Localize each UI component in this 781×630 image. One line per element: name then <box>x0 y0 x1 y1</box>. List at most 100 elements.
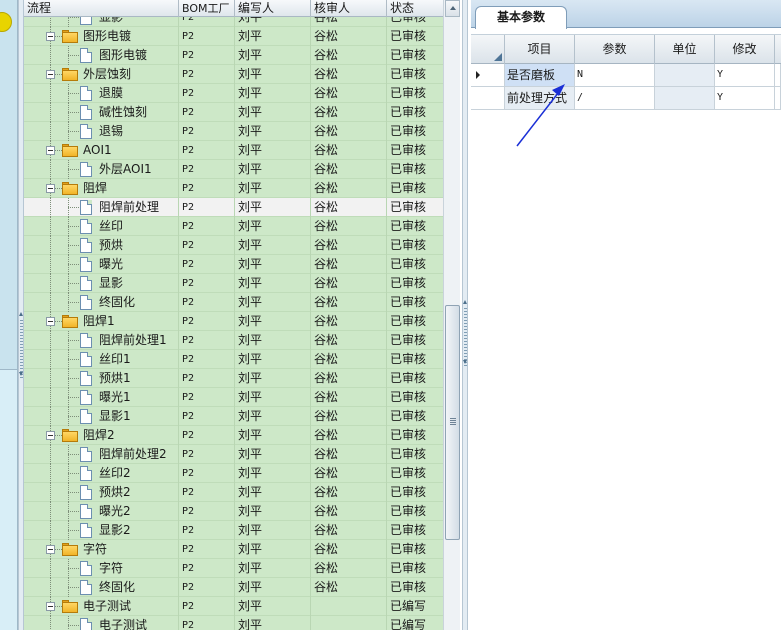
flow-cell[interactable]: 曝光2 <box>24 502 179 521</box>
flow-cell[interactable]: 阻焊前处理2 <box>24 445 179 464</box>
param-unit-cell[interactable] <box>655 64 715 86</box>
flow-cell[interactable]: 阻焊前处理 <box>24 198 179 217</box>
flow-cell[interactable]: 电子测试 <box>24 616 179 630</box>
tree-row[interactable]: 阻焊前处理2 P2 刘平 谷松 已审核 <box>24 445 443 464</box>
splitter-arrow-up-icon[interactable] <box>463 300 467 304</box>
splitter-arrow-down-icon[interactable] <box>463 360 467 364</box>
parameter-row[interactable]: 前处理方式 / Y <box>471 87 781 110</box>
param-edit-cell[interactable]: Y <box>715 87 775 109</box>
tree-row[interactable]: 曝光2 P2 刘平 谷松 已审核 <box>24 502 443 521</box>
row-header[interactable] <box>471 87 505 109</box>
tree-row[interactable]: 预烘 P2 刘平 谷松 已审核 <box>24 236 443 255</box>
tree-row[interactable]: 曝光 P2 刘平 谷松 已审核 <box>24 255 443 274</box>
flow-cell[interactable]: 字符 <box>24 559 179 578</box>
tree-row[interactable]: 丝印1 P2 刘平 谷松 已审核 <box>24 350 443 369</box>
splitter-grip-icon[interactable] <box>20 320 23 380</box>
tree-row[interactable]: 退膜 P2 刘平 谷松 已审核 <box>24 84 443 103</box>
column-header-bom-factory[interactable]: BOM工厂 <box>179 0 235 17</box>
tree-row[interactable]: 碱性蚀刻 P2 刘平 谷松 已审核 <box>24 103 443 122</box>
tree-row[interactable]: 显影2 P2 刘平 谷松 已审核 <box>24 521 443 540</box>
tree-row[interactable]: 预烘1 P2 刘平 谷松 已审核 <box>24 369 443 388</box>
flow-cell[interactable]: 阻焊前处理1 <box>24 331 179 350</box>
parameter-row[interactable]: 是否磨板 N Y <box>471 64 781 87</box>
column-header-item[interactable]: 项目 <box>505 35 575 64</box>
collapse-toggle-icon[interactable] <box>46 146 55 155</box>
collapse-toggle-icon[interactable] <box>46 70 55 79</box>
param-value-cell[interactable]: / <box>575 87 655 109</box>
select-all-corner[interactable] <box>471 35 505 64</box>
column-header-param[interactable]: 参数 <box>575 35 655 64</box>
tree-row[interactable]: 图形电镀 P2 刘平 谷松 已审核 <box>24 46 443 65</box>
scroll-thumb[interactable] <box>445 305 460 540</box>
collapse-toggle-icon[interactable] <box>46 184 55 193</box>
flow-cell[interactable]: 图形电镀 <box>24 46 179 65</box>
tree-row[interactable]: 终固化 P2 刘平 谷松 已审核 <box>24 578 443 597</box>
tree-row[interactable]: 外层AOI1 P2 刘平 谷松 已审核 <box>24 160 443 179</box>
flow-cell[interactable]: 阻焊2 <box>24 426 179 445</box>
tree-folder-row[interactable]: 字符 P2 刘平 谷松 已审核 <box>24 540 443 559</box>
flow-cell[interactable]: 预烘2 <box>24 483 179 502</box>
tree-row[interactable]: 字符 P2 刘平 谷松 已审核 <box>24 559 443 578</box>
tree-row[interactable]: 曝光1 P2 刘平 谷松 已审核 <box>24 388 443 407</box>
tree-row[interactable]: 显影1 P2 刘平 谷松 已审核 <box>24 407 443 426</box>
flow-cell[interactable]: AOI1 <box>24 141 179 160</box>
column-header-checker[interactable]: 核审人 <box>311 0 387 17</box>
param-unit-cell[interactable] <box>655 87 715 109</box>
scroll-up-icon[interactable] <box>445 0 460 17</box>
tree-row[interactable]: 预烘2 P2 刘平 谷松 已审核 <box>24 483 443 502</box>
param-edit-cell[interactable]: Y <box>715 64 775 86</box>
flow-cell[interactable]: 丝印 <box>24 217 179 236</box>
column-header-flow[interactable]: 流程 <box>24 0 179 17</box>
tree-row[interactable]: 显影 P2 刘平 谷松 已审核 <box>24 274 443 293</box>
collapse-toggle-icon[interactable] <box>46 32 55 41</box>
column-header-writer[interactable]: 编写人 <box>235 0 311 17</box>
column-header-unit[interactable]: 单位 <box>655 35 715 64</box>
flow-cell[interactable]: 显影2 <box>24 521 179 540</box>
flow-cell[interactable]: 曝光 <box>24 255 179 274</box>
collapse-toggle-icon[interactable] <box>46 602 55 611</box>
flow-cell[interactable]: 图形电镀 <box>24 27 179 46</box>
flow-cell[interactable]: 阻焊1 <box>24 312 179 331</box>
flow-cell[interactable]: 终固化 <box>24 578 179 597</box>
flow-cell[interactable]: 丝印2 <box>24 464 179 483</box>
collapse-toggle-icon[interactable] <box>46 545 55 554</box>
flow-cell[interactable]: 阻焊 <box>24 179 179 198</box>
param-value-cell[interactable]: N <box>575 64 655 86</box>
flow-cell[interactable]: 字符 <box>24 540 179 559</box>
flow-cell[interactable]: 碱性蚀刻 <box>24 103 179 122</box>
splitter-arrow-down-icon[interactable] <box>19 372 23 376</box>
tree-row[interactable]: 终固化 P2 刘平 谷松 已审核 <box>24 293 443 312</box>
tab-basic-params[interactable]: 基本参数 <box>475 6 567 29</box>
column-header-status[interactable]: 状态 <box>387 0 443 17</box>
flow-cell[interactable]: 预烘 <box>24 236 179 255</box>
tree-folder-row[interactable]: 电子测试 P2 刘平 已编写 <box>24 597 443 616</box>
flow-cell[interactable]: 曝光1 <box>24 388 179 407</box>
tree-row[interactable]: 丝印2 P2 刘平 谷松 已审核 <box>24 464 443 483</box>
flow-cell[interactable]: 外层AOI1 <box>24 160 179 179</box>
tree-folder-row[interactable]: 阻焊2 P2 刘平 谷松 已审核 <box>24 426 443 445</box>
tree-row[interactable]: 退锡 P2 刘平 谷松 已审核 <box>24 122 443 141</box>
tree-vertical-scrollbar[interactable] <box>443 0 460 630</box>
column-header-edit[interactable]: 修改 <box>715 35 775 64</box>
tree-row[interactable]: 丝印 P2 刘平 谷松 已审核 <box>24 217 443 236</box>
collapse-toggle-icon[interactable] <box>46 317 55 326</box>
tree-folder-row[interactable]: 外层蚀刻 P2 刘平 谷松 已审核 <box>24 65 443 84</box>
flow-cell[interactable]: 电子测试 <box>24 597 179 616</box>
row-header[interactable] <box>471 64 505 86</box>
tree-folder-row[interactable]: 阻焊 P2 刘平 谷松 已审核 <box>24 179 443 198</box>
flow-cell[interactable]: 外层蚀刻 <box>24 65 179 84</box>
flow-cell[interactable]: 预烘1 <box>24 369 179 388</box>
flow-cell[interactable]: 显影1 <box>24 407 179 426</box>
flow-cell[interactable]: 退膜 <box>24 84 179 103</box>
flow-cell[interactable]: 终固化 <box>24 293 179 312</box>
flow-cell[interactable]: 丝印1 <box>24 350 179 369</box>
tree-folder-row[interactable]: AOI1 P2 刘平 谷松 已审核 <box>24 141 443 160</box>
splitter-arrow-up-icon[interactable] <box>19 312 23 316</box>
tree-folder-row[interactable]: 图形电镀 P2 刘平 谷松 已审核 <box>24 27 443 46</box>
splitter-grip-icon[interactable] <box>464 308 467 368</box>
right-splitter[interactable] <box>462 0 468 630</box>
tree-row[interactable]: 阻焊前处理1 P2 刘平 谷松 已审核 <box>24 331 443 350</box>
flow-cell[interactable]: 显影 <box>24 274 179 293</box>
flow-cell[interactable]: 退锡 <box>24 122 179 141</box>
tree-row[interactable]: 阻焊前处理 P2 刘平 谷松 已审核 <box>24 198 443 217</box>
